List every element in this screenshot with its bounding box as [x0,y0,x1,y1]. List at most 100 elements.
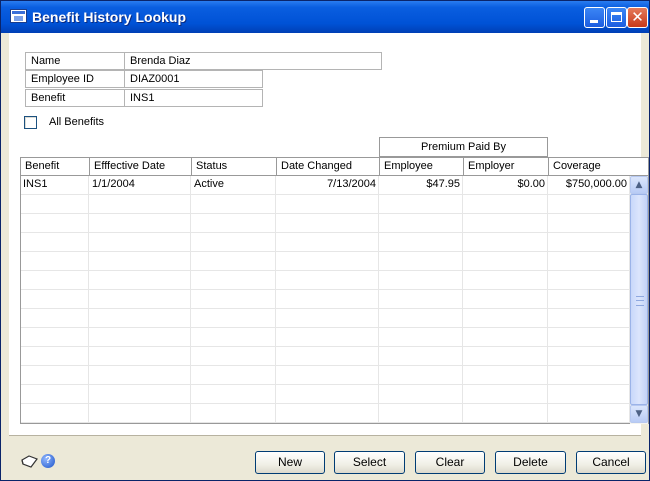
cell-coverage[interactable] [548,366,630,384]
cell-employee[interactable] [379,233,463,251]
cell-benefit[interactable] [20,290,89,308]
select-button[interactable]: Select [334,451,405,474]
cell-status[interactable] [191,290,276,308]
cell-effective-date[interactable]: 1/1/2004 [89,176,191,194]
empty-table-row[interactable] [20,214,630,233]
clear-button[interactable]: Clear [415,451,485,474]
scroll-down-button[interactable]: ▼ [630,405,648,423]
cell-employer[interactable] [463,290,548,308]
cell-status[interactable] [191,252,276,270]
cell-date-changed[interactable] [276,309,379,327]
cell-employee[interactable] [379,366,463,384]
empty-table-row[interactable] [20,309,630,328]
maximize-button[interactable] [606,7,627,28]
cell-employer[interactable] [463,195,548,213]
cell-effective-date[interactable] [89,347,191,365]
cell-employee[interactable] [379,195,463,213]
cell-coverage[interactable] [548,252,630,270]
empty-table-row[interactable] [20,233,630,252]
cell-employee[interactable] [379,214,463,232]
cell-status[interactable] [191,328,276,346]
cell-coverage[interactable] [548,233,630,251]
cell-coverage[interactable] [548,309,630,327]
cell-employee[interactable] [379,252,463,270]
cell-employer[interactable] [463,385,548,403]
column-header-employer[interactable]: Employer [463,157,548,176]
empty-table-row[interactable] [20,366,630,385]
empty-table-row[interactable] [20,347,630,366]
cell-status[interactable] [191,309,276,327]
cell-employer[interactable] [463,252,548,270]
cell-benefit[interactable] [20,366,89,384]
cell-status[interactable] [191,271,276,289]
cell-employee[interactable] [379,271,463,289]
scroll-thumb[interactable] [630,194,648,405]
column-header-employee[interactable]: Employee [379,157,463,176]
cell-date-changed[interactable] [276,328,379,346]
cell-coverage[interactable] [548,328,630,346]
cell-effective-date[interactable] [89,290,191,308]
cell-status[interactable] [191,233,276,251]
cell-benefit[interactable] [20,233,89,251]
cell-benefit[interactable] [20,271,89,289]
scroll-up-button[interactable]: ▲ [630,176,648,194]
cell-employee[interactable]: $47.95 [379,176,463,194]
empty-table-row[interactable] [20,385,630,404]
close-button[interactable]: ✕ [627,7,648,28]
cell-benefit[interactable] [20,347,89,365]
cell-employer[interactable] [463,214,548,232]
table-row[interactable]: INS1 1/1/2004 Active 7/13/2004 $47.95 $0.00 $7… [20,176,630,195]
cell-employer[interactable] [463,366,548,384]
cell-employee[interactable] [379,328,463,346]
new-button[interactable]: New [255,451,325,474]
cell-benefit[interactable] [20,252,89,270]
minimize-button[interactable] [584,7,605,28]
empty-table-row[interactable] [20,271,630,290]
cell-employer[interactable] [463,233,548,251]
column-header-benefit[interactable]: Benefit [20,157,89,176]
cell-benefit[interactable] [20,195,89,213]
cancel-button[interactable]: Cancel [576,451,646,474]
cell-date-changed[interactable] [276,347,379,365]
note-icon[interactable] [21,455,38,468]
cell-date-changed[interactable] [276,290,379,308]
cell-employer[interactable] [463,328,548,346]
cell-benefit[interactable] [20,328,89,346]
cell-status[interactable] [191,404,276,422]
cell-date-changed[interactable] [276,233,379,251]
window-app-icon[interactable] [10,9,27,23]
empty-table-row[interactable] [20,290,630,309]
cell-benefit[interactable] [20,385,89,403]
delete-button[interactable]: Delete [495,451,566,474]
cell-benefit[interactable] [20,214,89,232]
cell-effective-date[interactable] [89,366,191,384]
cell-effective-date[interactable] [89,252,191,270]
column-header-effective-date[interactable]: Efffective Date [89,157,191,176]
cell-status[interactable] [191,347,276,365]
cell-effective-date[interactable] [89,214,191,232]
column-header-coverage[interactable]: Coverage [548,157,649,176]
cell-effective-date[interactable] [89,271,191,289]
cell-date-changed[interactable] [276,195,379,213]
cell-effective-date[interactable] [89,233,191,251]
cell-coverage[interactable] [548,195,630,213]
column-header-status[interactable]: Status [191,157,276,176]
cell-employee[interactable] [379,347,463,365]
cell-employee[interactable] [379,290,463,308]
cell-employee[interactable] [379,404,463,422]
cell-coverage[interactable] [548,347,630,365]
cell-coverage[interactable] [548,404,630,422]
cell-employee[interactable] [379,309,463,327]
cell-benefit[interactable]: INS1 [20,176,89,194]
cell-benefit[interactable] [20,309,89,327]
cell-coverage[interactable] [548,385,630,403]
cell-coverage[interactable]: $750,000.00 [548,176,630,194]
cell-effective-date[interactable] [89,309,191,327]
title-bar[interactable]: Benefit History Lookup ✕ [1,1,649,33]
cell-employer[interactable]: $0.00 [463,176,548,194]
cell-benefit[interactable] [20,404,89,422]
cell-employer[interactable] [463,271,548,289]
cell-coverage[interactable] [548,271,630,289]
cell-coverage[interactable] [548,290,630,308]
cell-effective-date[interactable] [89,328,191,346]
